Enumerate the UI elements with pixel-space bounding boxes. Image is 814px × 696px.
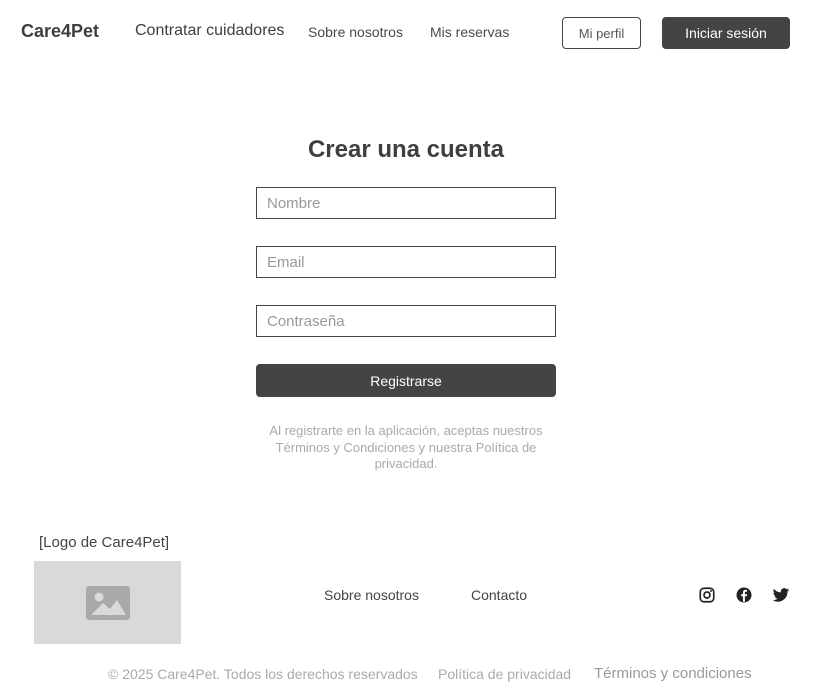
name-input[interactable] <box>256 187 556 219</box>
facebook-icon[interactable] <box>735 586 753 604</box>
footer-copyright: © 2025 Care4Pet. Todos los derechos rese… <box>108 666 418 682</box>
footer-logo-placeholder <box>34 561 181 644</box>
terms-notice: Al registrarte en la aplicación, aceptas… <box>269 423 543 471</box>
footer-link-about[interactable]: Sobre nosotros <box>324 587 419 603</box>
nav-link-bookings[interactable]: Mis reservas <box>430 24 509 40</box>
password-input[interactable] <box>256 305 556 337</box>
register-button[interactable]: Registrarse <box>256 364 556 397</box>
footer-link-terms[interactable]: Términos y condiciones <box>594 665 752 682</box>
profile-button[interactable]: Mi perfil <box>562 17 641 49</box>
login-button-label: Iniciar sesión <box>685 25 767 41</box>
nav-link-hire-caregivers[interactable]: Contratar cuidadores <box>135 22 284 40</box>
email-input[interactable] <box>256 246 556 278</box>
footer-link-contact[interactable]: Contacto <box>471 587 527 603</box>
footer-logo-label: [Logo de Care4Pet] <box>39 534 170 551</box>
image-placeholder-icon <box>85 585 130 620</box>
twitter-icon[interactable] <box>772 586 790 604</box>
footer-link-privacy[interactable]: Política de privacidad <box>438 666 571 682</box>
instagram-icon[interactable] <box>698 586 716 604</box>
page-title: Crear una cuenta <box>307 136 505 163</box>
login-button[interactable]: Iniciar sesión <box>662 17 790 49</box>
brand-logo-text[interactable]: Care4Pet <box>21 21 99 42</box>
nav-link-about[interactable]: Sobre nosotros <box>308 24 403 40</box>
register-button-label: Registrarse <box>370 372 442 389</box>
profile-button-label: Mi perfil <box>578 25 625 41</box>
